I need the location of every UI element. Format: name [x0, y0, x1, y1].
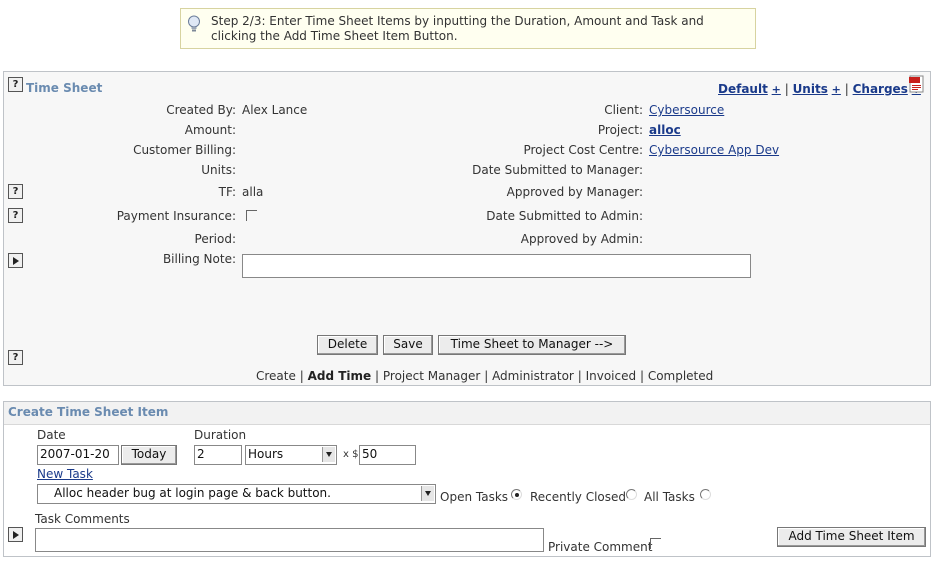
created-by-label: Created By:	[166, 103, 236, 117]
step-separator: |	[484, 369, 489, 383]
open-tasks-label: Open Tasks	[440, 490, 509, 504]
step-add-time: Add Time	[307, 369, 372, 383]
header-links: Default + | Units + | Charges +	[718, 82, 921, 96]
approved-manager-label: Approved by Manager:	[506, 185, 643, 199]
delete-button[interactable]: Delete	[317, 335, 378, 355]
approved-admin-label: Approved by Admin:	[520, 232, 643, 246]
units-label: Units:	[201, 163, 236, 177]
step-project-manager: Project Manager	[382, 369, 481, 383]
duration-input[interactable]: 2	[194, 445, 242, 465]
task-select-value: Alloc header bug at login page & back bu…	[54, 486, 331, 500]
billing-note-textarea[interactable]	[242, 254, 751, 278]
period-label: Period:	[194, 232, 236, 246]
save-button[interactable]: Save	[383, 335, 433, 355]
payment-insurance-help-icon[interactable]: ?	[8, 208, 23, 223]
step-separator: |	[299, 369, 304, 383]
create-item-title: Create Time Sheet Item	[8, 405, 169, 419]
today-button[interactable]: Today	[121, 445, 177, 465]
recently-closed-radio[interactable]	[626, 489, 637, 500]
panel-title: Time Sheet	[26, 81, 103, 95]
client-link[interactable]: Cybersource	[649, 103, 724, 117]
project-link[interactable]: alloc	[649, 123, 681, 137]
expand-comments-arrow-icon[interactable]	[8, 527, 23, 542]
tf-label: TF:	[218, 185, 236, 199]
task-select[interactable]: Alloc header bug at login page & back bu…	[37, 484, 436, 504]
time-sheet-to-manager-button[interactable]: Time Sheet to Manager -->	[438, 335, 626, 355]
default-plus-link[interactable]: +	[772, 83, 781, 96]
step-invoiced: Invoiced	[585, 369, 637, 383]
lightbulb-icon	[188, 15, 200, 32]
new-task-link[interactable]: New Task	[37, 467, 93, 481]
step-administrator: Administrator	[492, 369, 574, 383]
project-cost-centre-label: Project Cost Centre:	[523, 143, 643, 157]
step-create: Create	[256, 369, 296, 383]
task-comments-textarea[interactable]	[35, 528, 544, 552]
duration-label: Duration	[194, 428, 247, 442]
chevron-down-icon	[421, 486, 434, 501]
open-tasks-radio[interactable]	[511, 489, 522, 500]
link-separator: |	[784, 82, 789, 96]
payment-insurance-label: Payment Insurance:	[116, 209, 236, 223]
help-icon[interactable]: ?	[8, 77, 23, 92]
project-label: Project:	[597, 123, 643, 137]
tf-help-icon[interactable]: ?	[8, 184, 23, 199]
expand-arrow-icon[interactable]	[8, 253, 23, 268]
unit-select-value: Hours	[248, 447, 284, 461]
step-separator: |	[375, 369, 380, 383]
customer-billing-label: Customer Billing:	[133, 143, 236, 157]
charges-link[interactable]: Charges	[853, 82, 908, 96]
date-submitted-admin-label: Date Submitted to Admin:	[486, 209, 643, 223]
rate-prefix: x $	[343, 449, 359, 460]
unit-select[interactable]: Hours	[245, 445, 337, 465]
created-by-value: Alex Lance	[242, 103, 308, 117]
tip-text: Step 2/3: Enter Time Sheet Items by inpu…	[211, 14, 704, 43]
date-submitted-manager-label: Date Submitted to Manager:	[472, 163, 643, 177]
recently-closed-label: Recently Closed	[530, 490, 627, 504]
workflow-help-icon[interactable]: ?	[8, 350, 23, 365]
add-time-sheet-item-button[interactable]: Add Time Sheet Item	[777, 527, 926, 547]
client-label: Client:	[604, 103, 643, 117]
task-comments-label: Task Comments	[35, 512, 130, 526]
step-completed: Completed	[647, 369, 714, 383]
units-link[interactable]: Units	[793, 82, 828, 96]
all-tasks-label: All Tasks	[644, 490, 695, 504]
chevron-down-icon	[322, 447, 335, 462]
step-separator: |	[639, 369, 644, 383]
all-tasks-radio[interactable]	[700, 489, 711, 500]
workflow-steps: Create | Add Time | Project Manager | Ad…	[256, 369, 713, 383]
rate-input[interactable]: 50	[359, 445, 416, 465]
payment-insurance-checkbox[interactable]	[246, 210, 257, 221]
units-plus-link[interactable]: +	[832, 83, 841, 96]
default-link[interactable]: Default	[718, 82, 768, 96]
tf-value: alla	[242, 185, 264, 199]
billing-note-label: Billing Note:	[162, 252, 236, 266]
project-cost-centre-link[interactable]: Cybersource App Dev	[649, 143, 779, 157]
date-input[interactable]: 2007-01-20	[37, 445, 119, 465]
step-separator: |	[577, 369, 582, 383]
pdf-icon[interactable]	[908, 75, 926, 93]
date-label: Date	[37, 428, 66, 442]
amount-label: Amount:	[184, 123, 236, 137]
step-tip-box: Step 2/3: Enter Time Sheet Items by inpu…	[180, 8, 756, 49]
private-comment-label: Private Comment	[548, 540, 653, 554]
link-separator: |	[844, 82, 849, 96]
private-comment-checkbox[interactable]	[650, 538, 661, 549]
